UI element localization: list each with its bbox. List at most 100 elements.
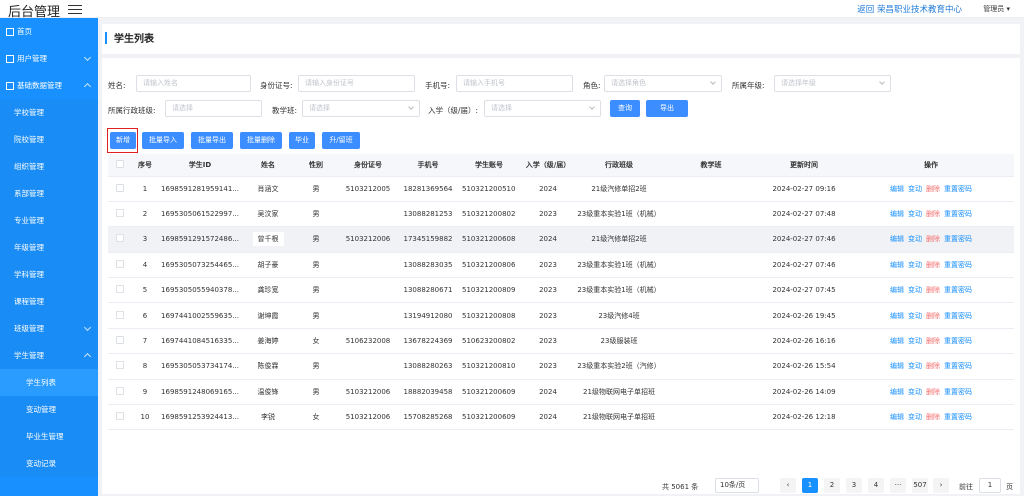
reset-password-link[interactable]: 重置密码 <box>944 388 972 396</box>
edit-link[interactable]: 编辑 <box>890 185 904 193</box>
edit-link[interactable]: 编辑 <box>890 388 904 396</box>
graduate-button[interactable]: 毕业 <box>289 132 315 149</box>
table-row[interactable]: 2 1695305061522997... 吴汶家 男 13088281253 51032… <box>108 201 1014 228</box>
row-checkbox[interactable] <box>116 412 124 421</box>
name-input[interactable]: 请输入姓名 <box>136 75 251 92</box>
table-row[interactable]: 10 1698591253924413... 李锐 女 5103212006 157082… <box>108 404 1014 431</box>
table-row[interactable]: 3 1698591291572486... 曾千根 男 5103212006 173451… <box>108 226 1014 253</box>
page-number-button[interactable]: 2 <box>824 478 840 493</box>
table-row[interactable]: 9 1698591248069165... 温俊锋 男 5103212006 188820… <box>108 379 1014 406</box>
sidebar-item[interactable]: 院校管理 <box>0 126 98 153</box>
row-checkbox[interactable] <box>116 310 124 319</box>
id-input[interactable]: 请输入身份证号 <box>298 75 415 92</box>
row-checkbox[interactable] <box>116 209 124 218</box>
enroll-select[interactable]: 请选择 <box>484 100 601 117</box>
select-all-checkbox[interactable] <box>116 159 124 168</box>
page-number-button[interactable]: 507 <box>912 478 928 493</box>
row-checkbox[interactable] <box>116 183 124 192</box>
sidebar-item[interactable]: 用户管理 <box>0 45 98 72</box>
change-link[interactable]: 变动 <box>908 185 922 193</box>
row-checkbox[interactable] <box>116 259 124 268</box>
delete-link[interactable]: 删除 <box>926 261 940 269</box>
goto-page-input[interactable]: 1 <box>979 478 1001 493</box>
delete-link[interactable]: 删除 <box>926 388 940 396</box>
change-link[interactable]: 变动 <box>908 337 922 345</box>
edit-link[interactable]: 编辑 <box>890 337 904 345</box>
sidebar-item[interactable]: 变动管理 <box>0 396 98 423</box>
change-link[interactable]: 变动 <box>908 286 922 294</box>
reset-password-link[interactable]: 重置密码 <box>944 312 972 320</box>
sidebar-item[interactable]: 首页 <box>0 18 98 45</box>
page-size-select[interactable]: 10条/页 <box>715 478 759 493</box>
change-link[interactable]: 变动 <box>908 261 922 269</box>
page-number-button[interactable]: 3 <box>846 478 862 493</box>
edit-link[interactable]: 编辑 <box>890 362 904 370</box>
sidebar-item[interactable]: 学科管理 <box>0 261 98 288</box>
phone-input[interactable]: 请输入手机号 <box>456 75 573 92</box>
prev-page-button[interactable]: ‹ <box>780 478 796 493</box>
delete-link[interactable]: 删除 <box>926 337 940 345</box>
edit-link[interactable]: 编辑 <box>890 286 904 294</box>
sidebar-item[interactable]: 学生列表 <box>0 369 98 396</box>
sidebar-item[interactable]: 学生管理 <box>0 342 98 369</box>
batch-import-button[interactable]: 批量导入 <box>142 132 184 149</box>
reset-password-link[interactable]: 重置密码 <box>944 337 972 345</box>
user-menu[interactable]: 管理员 ▾ <box>983 4 1010 14</box>
page-number-button[interactable]: ··· <box>890 478 906 493</box>
delete-link[interactable]: 删除 <box>926 362 940 370</box>
edit-link[interactable]: 编辑 <box>890 210 904 218</box>
class-select[interactable]: 请选择 <box>165 100 262 117</box>
sidebar-item[interactable]: 基础数据管理 <box>0 72 98 99</box>
sidebar-item[interactable]: 学校管理 <box>0 99 98 126</box>
table-row[interactable]: 5 1695305055940378... 龚珍宽 男 13088280671 51032… <box>108 277 1014 304</box>
table-row[interactable]: 8 1695305053734174... 陈俊霖 男 13088280263 51032… <box>108 353 1014 380</box>
batch-export-button[interactable]: 批量导出 <box>191 132 233 149</box>
row-checkbox[interactable] <box>116 285 124 294</box>
table-row[interactable]: 1 1698591281959141... 肖涵文 男 5103212005 182813… <box>108 176 1014 202</box>
edit-link[interactable]: 编辑 <box>890 413 904 421</box>
delete-link[interactable]: 删除 <box>926 312 940 320</box>
delete-link[interactable]: 删除 <box>926 210 940 218</box>
promote-button[interactable]: 升/留班 <box>322 132 360 149</box>
sidebar-item[interactable]: 系部管理 <box>0 180 98 207</box>
sidebar-item[interactable]: 专业管理 <box>0 207 98 234</box>
change-link[interactable]: 变动 <box>908 413 922 421</box>
delete-link[interactable]: 删除 <box>926 185 940 193</box>
reset-password-link[interactable]: 重置密码 <box>944 362 972 370</box>
table-row[interactable]: 7 1697441084516335... 姜海婷 女 5106232008 136782… <box>108 328 1014 355</box>
teach-select[interactable]: 请选择 <box>302 100 420 117</box>
next-page-button[interactable]: › <box>933 478 949 493</box>
role-select[interactable]: 请选择角色 <box>604 75 722 92</box>
change-link[interactable]: 变动 <box>908 235 922 243</box>
back-link[interactable]: 返回 荣昌职业技术教育中心 <box>857 3 962 15</box>
delete-link[interactable]: 删除 <box>926 235 940 243</box>
sidebar-item[interactable]: 变动记录 <box>0 450 98 477</box>
edit-link[interactable]: 编辑 <box>890 235 904 243</box>
new-button[interactable]: 新增 <box>110 132 136 149</box>
change-link[interactable]: 变动 <box>908 210 922 218</box>
delete-link[interactable]: 删除 <box>926 286 940 294</box>
sidebar-item[interactable]: 班级管理 <box>0 315 98 342</box>
change-link[interactable]: 变动 <box>908 362 922 370</box>
sidebar-item[interactable]: 年级管理 <box>0 234 98 261</box>
change-link[interactable]: 变动 <box>908 388 922 396</box>
page-number-button[interactable]: 4 <box>868 478 884 493</box>
grade-select[interactable]: 请选择年级 <box>774 75 891 92</box>
reset-password-link[interactable]: 重置密码 <box>944 261 972 269</box>
export-button[interactable]: 导出 <box>646 100 688 117</box>
reset-password-link[interactable]: 重置密码 <box>944 413 972 421</box>
batch-delete-button[interactable]: 批量删除 <box>240 132 282 149</box>
sidebar-item[interactable]: 组织管理 <box>0 153 98 180</box>
row-checkbox[interactable] <box>116 386 124 395</box>
row-checkbox[interactable] <box>116 361 124 370</box>
menu-toggle-icon[interactable] <box>68 2 82 14</box>
reset-password-link[interactable]: 重置密码 <box>944 235 972 243</box>
page-number-button[interactable]: 1 <box>802 478 818 493</box>
sidebar-item[interactable]: 课程管理 <box>0 288 98 315</box>
reset-password-link[interactable]: 重置密码 <box>944 286 972 294</box>
sidebar-item[interactable]: 毕业生管理 <box>0 423 98 450</box>
change-link[interactable]: 变动 <box>908 312 922 320</box>
row-checkbox[interactable] <box>116 336 124 345</box>
table-row[interactable]: 4 1695305073254465... 胡子豪 男 13088283035 51032… <box>108 252 1014 279</box>
reset-password-link[interactable]: 重置密码 <box>944 210 972 218</box>
